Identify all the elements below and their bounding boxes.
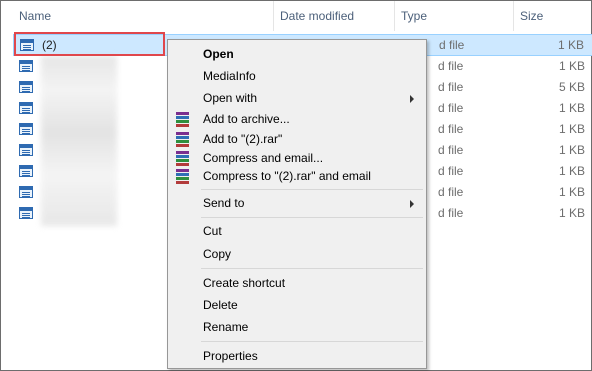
document-file-icon (19, 81, 33, 93)
document-file-icon (19, 207, 33, 219)
menu-item-open[interactable]: Open (168, 44, 426, 65)
menu-separator (201, 341, 423, 342)
column-header-name[interactable]: Name (19, 1, 139, 31)
menu-item-copy[interactable]: Copy (168, 244, 426, 265)
file-size: 1 KB (558, 143, 585, 157)
menu-item-open-with[interactable]: Open with (168, 88, 426, 109)
file-type: d file (438, 80, 464, 94)
file-size: 1 KB (558, 101, 585, 115)
file-type: d file (438, 122, 464, 136)
pixelated-filenames (41, 56, 117, 226)
column-divider[interactable] (394, 1, 395, 31)
menu-item-label: Add to archive... (203, 112, 290, 126)
column-header-size[interactable]: Size (520, 1, 580, 31)
file-size: 1 KB (557, 38, 584, 52)
menu-separator (201, 189, 423, 190)
menu-item-label: Add to "(2).rar" (203, 132, 283, 146)
menu-item-compress-rar-email[interactable]: Compress to "(2).rar" and email (168, 166, 426, 187)
chevron-right-icon (410, 95, 414, 103)
column-divider[interactable] (513, 1, 514, 31)
menu-separator (201, 268, 423, 269)
menu-item-add-to-rar[interactable]: Add to "(2).rar" (168, 129, 426, 150)
context-menu: Open MediaInfo Open with Add to archive.… (167, 39, 427, 369)
menu-item-create-shortcut[interactable]: Create shortcut (168, 273, 426, 294)
document-file-icon (19, 165, 33, 177)
menu-item-cut[interactable]: Cut (168, 221, 426, 242)
file-size: 1 KB (558, 122, 585, 136)
menu-separator (201, 217, 423, 218)
highlight-annotation (14, 32, 165, 56)
menu-item-properties[interactable]: Properties (168, 346, 426, 367)
menu-item-label: Open (203, 47, 234, 61)
file-size: 5 KB (558, 80, 585, 94)
chevron-right-icon (410, 200, 414, 208)
column-header-type[interactable]: Type (401, 1, 501, 31)
menu-item-label: Create shortcut (203, 276, 286, 290)
menu-item-delete[interactable]: Delete (168, 295, 426, 316)
column-header-date-modified[interactable]: Date modified (280, 1, 390, 31)
menu-item-label: Cut (203, 224, 222, 238)
file-type: d file (438, 164, 464, 178)
explorer-window: Name Date modified Type Size (2) d file … (0, 0, 592, 371)
menu-item-add-to-archive[interactable]: Add to archive... (168, 109, 426, 130)
file-size: 1 KB (558, 164, 585, 178)
file-type: d file (438, 206, 464, 220)
menu-item-label: Open with (203, 91, 258, 105)
menu-item-label: Copy (203, 247, 232, 261)
menu-item-label: Properties (203, 349, 258, 363)
file-type: d file (438, 101, 464, 115)
document-file-icon (19, 144, 33, 156)
document-file-icon (19, 102, 33, 114)
column-divider[interactable] (273, 1, 274, 31)
file-type: d file (438, 143, 464, 157)
menu-item-label: Send to (203, 196, 245, 210)
document-file-icon (19, 60, 33, 72)
file-type: d file (439, 38, 465, 52)
menu-item-send-to[interactable]: Send to (168, 193, 426, 214)
file-type: d file (438, 59, 464, 73)
menu-item-label: Compress to "(2).rar" and email (203, 169, 371, 183)
menu-item-label: Rename (203, 320, 249, 334)
menu-item-label: Delete (203, 298, 238, 312)
file-type: d file (438, 185, 464, 199)
winrar-archive-icon (176, 112, 189, 127)
document-file-icon (19, 123, 33, 135)
file-size: 1 KB (558, 185, 585, 199)
winrar-archive-icon (176, 132, 189, 147)
document-file-icon (19, 186, 33, 198)
menu-item-label: MediaInfo (203, 69, 256, 83)
winrar-archive-icon (176, 169, 189, 184)
menu-item-mediainfo[interactable]: MediaInfo (168, 66, 426, 87)
menu-item-rename[interactable]: Rename (168, 317, 426, 338)
file-size: 1 KB (558, 59, 585, 73)
winrar-archive-icon (176, 151, 189, 166)
file-size: 1 KB (558, 206, 585, 220)
